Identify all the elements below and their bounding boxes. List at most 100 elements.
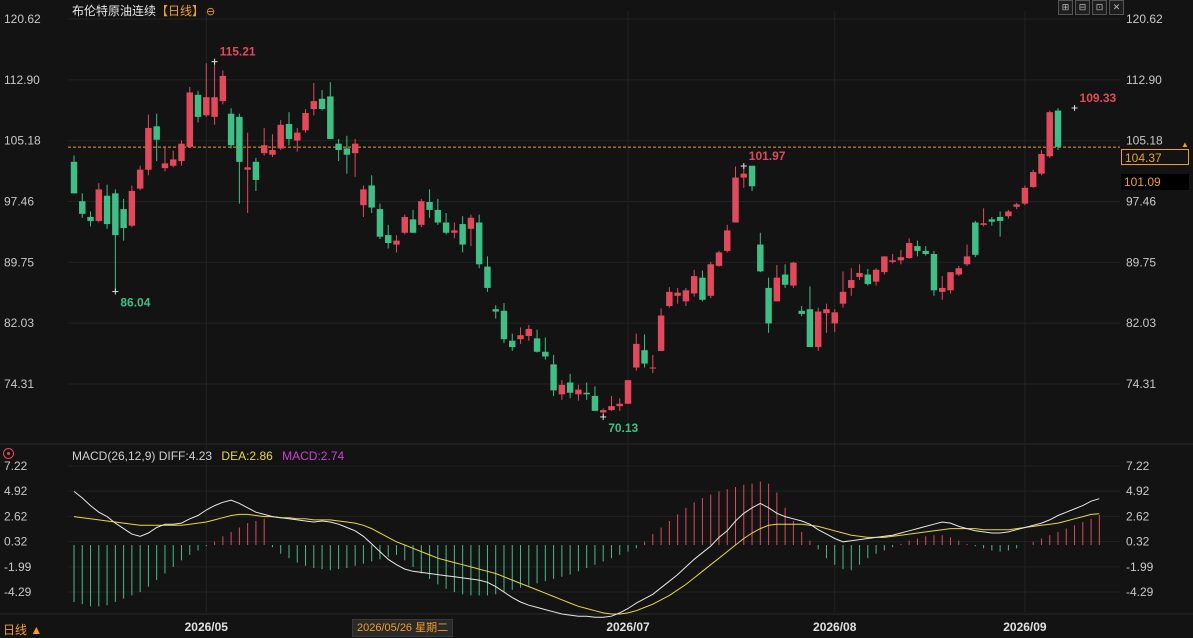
candle-body: [459, 224, 466, 245]
macd-tick-label-left: -1.99: [4, 560, 32, 574]
macd-tick-label-left: -4.29: [4, 585, 32, 599]
candle-body: [823, 309, 830, 314]
candle-body: [451, 230, 458, 233]
price-tick-label-left: 120.62: [4, 12, 41, 26]
candle-body: [236, 116, 243, 162]
price-tick-label-right: 89.75: [1126, 255, 1156, 269]
extreme-label: 109.33: [1080, 91, 1117, 105]
macd-dea-value: DEA:2.86: [221, 449, 273, 463]
candle-body: [260, 145, 268, 154]
candle-body: [757, 244, 764, 272]
extreme-label: 101.97: [749, 149, 786, 163]
candle-body: [517, 335, 524, 340]
time-tick-label: 2026/08: [813, 620, 857, 634]
candle-body: [484, 266, 491, 288]
candle-body: [608, 406, 615, 411]
chart-toolbar: ⊞ ⊟ ⊡ ✕: [1058, 0, 1124, 15]
candle-body: [277, 124, 284, 149]
candle-body: [533, 338, 541, 352]
candle-body: [624, 380, 632, 404]
candle-body: [252, 161, 260, 180]
candle-body: [401, 216, 408, 233]
macd-params[interactable]: MACD(26,12,9): [72, 449, 155, 463]
candle-body: [70, 161, 78, 194]
macd-tick-label-right: 7.22: [1126, 459, 1150, 473]
price-tick-label-right: 105.18: [1126, 134, 1163, 148]
candle-body: [897, 257, 905, 261]
macd-diff-value: DIFF:4.23: [158, 449, 213, 463]
candle-body: [310, 101, 318, 110]
candle-body: [790, 262, 797, 286]
candle-body: [211, 97, 218, 117]
indicator-settings-icon[interactable]: [3, 448, 14, 459]
candle-body: [740, 173, 748, 178]
candle-body: [682, 290, 690, 302]
macd-hist-value: MACD:2.74: [282, 449, 345, 463]
candle-body: [864, 274, 872, 284]
candle-body: [881, 256, 888, 273]
zoom-icon[interactable]: ⊖: [206, 6, 215, 18]
time-tick-label: 2026/05: [185, 620, 229, 634]
candle-body: [848, 280, 855, 288]
candle-body: [930, 254, 938, 291]
candle-body: [690, 276, 698, 294]
candle-body: [1005, 211, 1012, 217]
candle-body: [87, 216, 94, 221]
close-icon[interactable]: ✕: [1109, 0, 1124, 15]
macd-tick-label-left: 4.92: [4, 484, 28, 498]
fit-icon[interactable]: ⊡: [1092, 0, 1107, 15]
candle-body: [955, 268, 962, 275]
candle-body: [475, 222, 483, 265]
candle-body: [525, 328, 533, 337]
macd-tick-label-left: 7.22: [4, 459, 28, 473]
candle-body: [409, 219, 417, 233]
candle-body: [724, 230, 731, 251]
candle-body: [839, 291, 847, 304]
candle-body: [153, 126, 160, 140]
candle-body: [798, 310, 805, 314]
candle-body: [748, 165, 756, 187]
candle-body: [575, 389, 582, 395]
price-tick-label-left: 112.90: [4, 73, 40, 87]
candle-body: [509, 340, 516, 348]
instrument-name: 布伦特原油连续: [72, 4, 157, 18]
candle-body: [376, 209, 384, 237]
price-tick-label-left: 74.31: [4, 377, 34, 391]
candle-body: [351, 143, 359, 154]
candle-body: [178, 143, 185, 162]
candle-body: [707, 264, 714, 296]
candle-body: [112, 193, 119, 236]
price-tick-label-right: 97.46: [1126, 195, 1156, 209]
candle-body: [649, 367, 657, 369]
candle-body: [194, 94, 202, 117]
chart-canvas[interactable]: 120.62 120.62 112.90 112.90 105.18 105.18 97.4…: [0, 0, 1193, 638]
candle-body: [831, 312, 838, 324]
candle-body: [657, 315, 665, 351]
price-tick-label-left: 82.03: [4, 316, 34, 330]
candle-body: [343, 148, 351, 155]
candle-body: [922, 250, 929, 255]
candle-body: [186, 92, 193, 147]
period-selector-button[interactable]: 日线 ▲: [3, 621, 42, 638]
macd-tick-label-left: 2.62: [4, 509, 28, 523]
candle-body: [393, 240, 400, 245]
candle-body: [732, 177, 739, 223]
macd-tick-label-right: 4.92: [1126, 484, 1150, 498]
macd-tick-label-left: 0.32: [4, 535, 28, 549]
price-tick-label-right: 82.03: [1126, 316, 1156, 330]
candle-body: [128, 190, 136, 226]
candle-body: [856, 272, 863, 277]
candle-body: [773, 277, 781, 302]
candle-body: [765, 287, 772, 324]
candle-body: [1046, 112, 1053, 157]
price-tick-label-left: 105.18: [4, 134, 41, 148]
crosshair-date-label: 2026/05/26 星期二: [352, 619, 454, 637]
candle-body: [103, 195, 111, 225]
candle-body: [335, 143, 342, 150]
extreme-label: 70.13: [608, 421, 638, 435]
candle-body: [426, 202, 433, 210]
expand-icon[interactable]: ⊞: [1058, 0, 1073, 15]
candle-body: [120, 209, 127, 229]
period-label[interactable]: 【日线】: [156, 4, 204, 18]
collapse-icon[interactable]: ⊟: [1075, 0, 1090, 15]
